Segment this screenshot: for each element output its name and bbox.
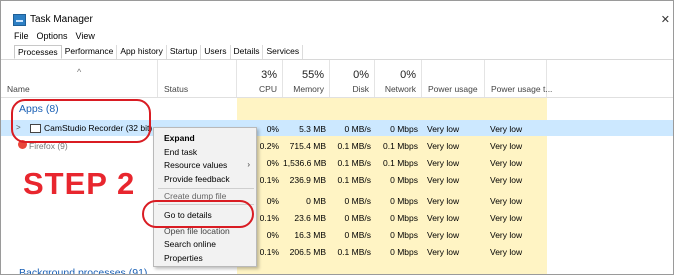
power-cell: Very low — [427, 213, 460, 223]
memory-cell: 0 MB — [306, 196, 326, 206]
memory-cell: 1,536.6 MB — [283, 158, 327, 168]
network-cell: 0 Mbps — [390, 247, 418, 257]
menu-file[interactable]: File — [14, 31, 29, 44]
tab-strip: Processes Performance App history Startu… — [14, 45, 304, 59]
network-cell: 0 Mbps — [390, 213, 418, 223]
step-annotation: STEP 2 — [23, 166, 136, 201]
power-cell: Very low — [427, 175, 460, 185]
tab-app-history[interactable]: App history — [117, 45, 167, 59]
network-cell: 0 Mbps — [390, 196, 418, 206]
menu-bar: File Options View — [14, 31, 95, 44]
memory-total-percent: 55% — [301, 69, 324, 81]
disk-cell: 0.1 MB/s — [337, 247, 371, 257]
power-trend-cell: Very low — [490, 247, 523, 257]
menu-view[interactable]: View — [76, 31, 95, 44]
disk-cell: 0 MB/s — [344, 230, 371, 240]
background-processes-group-title: Background processes (91) — [19, 267, 148, 275]
disk-total-percent: 0% — [353, 69, 369, 81]
memory-cell: 236.9 MB — [289, 175, 326, 185]
submenu-arrow-icon: › — [247, 160, 250, 169]
close-window-icon[interactable]: ✕ — [661, 13, 670, 26]
task-manager-app-icon — [13, 14, 26, 26]
disk-cell: 0.1 MB/s — [337, 158, 371, 168]
tab-services[interactable]: Services — [263, 45, 304, 59]
column-header-name[interactable]: Name — [1, 60, 158, 97]
power-trend-cell: Very low — [490, 196, 523, 206]
column-header-disk[interactable]: 0% Disk — [330, 60, 375, 97]
network-cell: 0 Mbps — [390, 230, 418, 240]
power-cell: Very low — [427, 230, 460, 240]
menu-item-properties[interactable]: Properties — [164, 253, 203, 263]
title-bar: Task Manager ✕ — [1, 1, 673, 31]
column-header-network[interactable]: 0% Network — [375, 60, 422, 97]
power-trend-cell: Very low — [490, 175, 523, 185]
power-trend-cell: Very low — [490, 213, 523, 223]
memory-cell: 16.3 MB — [294, 230, 326, 240]
network-cell: 0 Mbps — [390, 124, 418, 134]
column-header-memory[interactable]: 55% Memory — [283, 60, 330, 97]
context-menu: Expand End task Resource values › Provid… — [153, 127, 257, 267]
power-cell: Very low — [427, 158, 460, 168]
tab-details[interactable]: Details — [231, 45, 264, 59]
memory-cell: 23.6 MB — [294, 213, 326, 223]
tab-performance[interactable]: Performance — [62, 45, 118, 59]
power-trend-cell: Very low — [490, 124, 523, 134]
highlight-oval-go-to-details — [142, 200, 254, 228]
disk-cell: 0.1 MB/s — [337, 175, 371, 185]
menu-item-expand[interactable]: Expand — [164, 133, 195, 143]
disk-cell: 0 MB/s — [344, 213, 371, 223]
disk-cell: 0 MB/s — [344, 196, 371, 206]
network-total-percent: 0% — [400, 69, 416, 81]
header-divider — [1, 97, 673, 98]
power-cell: Very low — [427, 141, 460, 151]
column-header-cpu[interactable]: 3% CPU — [237, 60, 283, 97]
column-header-power[interactable]: Power usage — [422, 60, 485, 97]
menu-item-end-task[interactable]: End task — [164, 147, 197, 157]
tab-users[interactable]: Users — [201, 45, 231, 59]
menu-options[interactable]: Options — [37, 31, 68, 44]
tab-startup[interactable]: Startup — [167, 45, 202, 59]
highlight-oval-camstudio — [11, 99, 151, 143]
menu-item-resource-values[interactable]: Resource values — [164, 160, 227, 170]
menu-item-search-online[interactable]: Search online — [164, 239, 216, 249]
network-cell: 0.1 Mbps — [383, 141, 418, 151]
tab-processes[interactable]: Processes — [14, 45, 62, 59]
power-trend-cell: Very low — [490, 158, 523, 168]
power-cell: Very low — [427, 247, 460, 257]
menu-item-provide-feedback[interactable]: Provide feedback — [164, 174, 230, 184]
power-trend-cell: Very low — [490, 141, 523, 151]
task-manager-window: Task Manager ✕ File Options View Process… — [0, 0, 674, 275]
cpu-total-percent: 3% — [261, 69, 277, 81]
power-cell: Very low — [427, 196, 460, 206]
memory-cell: 5.3 MB — [299, 124, 326, 134]
column-header-status[interactable]: Status — [158, 60, 237, 97]
memory-cell: 206.5 MB — [289, 247, 326, 257]
menu-separator — [158, 188, 254, 189]
network-cell: 0.1 Mbps — [383, 158, 418, 168]
memory-cell: 715.4 MB — [289, 141, 326, 151]
disk-cell: 0.1 MB/s — [337, 141, 371, 151]
column-header-power-trend[interactable]: Power usage t... — [485, 60, 552, 97]
network-cell: 0 Mbps — [390, 175, 418, 185]
window-title: Task Manager — [30, 14, 93, 25]
power-cell: Very low — [427, 124, 460, 134]
power-trend-cell: Very low — [490, 230, 523, 240]
disk-cell: 0 MB/s — [344, 124, 371, 134]
